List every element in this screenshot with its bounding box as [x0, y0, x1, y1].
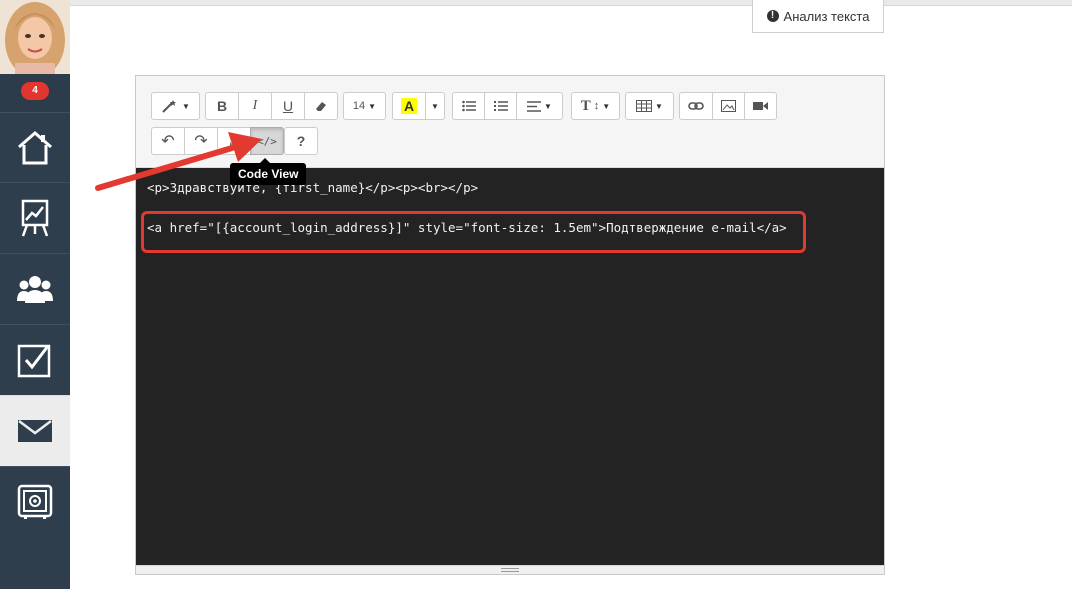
font-size-group: 14 ▼ — [343, 92, 386, 120]
sidebar-item-tasks[interactable] — [0, 324, 70, 395]
grip-icon — [501, 568, 519, 572]
color-dropdown-button[interactable]: ▼ — [425, 92, 445, 120]
table-dropdown-button[interactable]: ▼ — [625, 92, 674, 120]
text-size-label: T — [580, 97, 591, 114]
envelope-icon — [18, 420, 52, 442]
link-icon — [688, 102, 704, 110]
insert-link-button[interactable] — [679, 92, 713, 120]
video-icon — [753, 102, 768, 110]
html-editor: ▼ B I U 14 ▼ A ▼ ▼ T ↕ ▼ ▼ ↶ ↷ ⤢ </> ? <… — [135, 75, 885, 575]
code-icon: </> — [257, 134, 277, 148]
avatar-photo — [0, 0, 70, 74]
redo-icon: ↷ — [194, 133, 208, 150]
font-color-label: A — [400, 98, 418, 114]
chart-board-icon — [21, 199, 49, 237]
bullet-list-icon — [461, 100, 476, 112]
sidebar-item-contacts[interactable] — [0, 253, 70, 324]
expand-icon: ⤢ — [229, 133, 239, 148]
chevron-down-icon: ▼ — [182, 101, 190, 111]
people-icon — [17, 276, 53, 303]
highlight-annotation — [141, 211, 806, 253]
magic-wand-icon — [162, 100, 177, 113]
house-icon — [18, 131, 52, 165]
sidebar-item-reports[interactable] — [0, 182, 70, 253]
sidebar: 4 — [0, 0, 70, 589]
color-group: A ▼ — [392, 92, 445, 120]
font-color-button[interactable]: A — [392, 92, 426, 120]
chevron-down-icon: ▼ — [602, 101, 611, 111]
undo-button[interactable]: ↶ — [151, 127, 185, 155]
ordered-list-button[interactable] — [484, 92, 517, 120]
undo-icon: ↶ — [161, 133, 175, 150]
numbered-list-icon — [493, 101, 508, 111]
chevron-down-icon: ▼ — [544, 101, 552, 111]
italic-button[interactable]: I — [238, 92, 272, 120]
notification-area: 4 — [0, 74, 70, 112]
code-view-tooltip: Code View — [230, 158, 307, 185]
image-icon — [721, 100, 736, 112]
table-icon — [636, 100, 653, 112]
sidebar-item-home[interactable] — [0, 112, 70, 183]
align-left-icon — [527, 100, 542, 112]
font-size-value: 14 — [352, 100, 366, 112]
clear-format-button[interactable] — [304, 92, 338, 120]
table-group: ▼ — [625, 92, 674, 120]
text-analysis-button[interactable]: ! Анализ текста — [752, 0, 884, 33]
bold-button[interactable]: B — [205, 92, 239, 120]
info-icon: ! — [766, 10, 779, 22]
help-group: ? — [284, 127, 318, 155]
code-view-textarea[interactable]: <p>Здравствуйте, {first_name}</p><p><br>… — [136, 168, 884, 566]
line-height-dropdown[interactable]: T ↕ ▼ — [571, 92, 620, 120]
insert-group — [679, 92, 777, 120]
sidebar-item-settings[interactable] — [0, 466, 70, 537]
insert-video-button[interactable] — [744, 92, 777, 120]
chevron-down-icon: ▼ — [655, 101, 663, 111]
style-group: ▼ — [151, 92, 200, 120]
code-line: <p>Здравствуйте, {first_name}</p><p><br>… — [147, 180, 479, 195]
list-group: ▼ — [452, 92, 563, 120]
history-group: ↶ ↷ ⤢ </> — [151, 127, 284, 155]
style-dropdown-button[interactable]: ▼ — [151, 92, 200, 120]
top-border — [70, 0, 1072, 6]
editor-resize-handle[interactable] — [136, 565, 884, 574]
text-analysis-label: Анализ текста — [783, 8, 870, 24]
chevron-down-icon: ▼ — [431, 101, 439, 111]
fullscreen-button[interactable]: ⤢ — [217, 127, 251, 155]
eraser-icon — [316, 102, 326, 111]
underline-button[interactable]: U — [271, 92, 305, 120]
font-style-group: B I U — [205, 92, 338, 120]
paragraph-align-dropdown[interactable]: ▼ — [516, 92, 563, 120]
safe-gear-icon — [17, 484, 53, 519]
checkbox-icon — [17, 344, 51, 378]
unordered-list-button[interactable] — [452, 92, 485, 120]
chevron-down-icon: ▼ — [368, 101, 377, 111]
redo-button[interactable]: ↷ — [184, 127, 218, 155]
text-size-group: T ↕ ▼ — [571, 92, 620, 120]
avatar[interactable] — [0, 0, 70, 74]
code-view-button[interactable]: </> — [250, 127, 284, 155]
notification-badge[interactable]: 4 — [21, 82, 49, 100]
font-size-dropdown[interactable]: 14 ▼ — [343, 92, 386, 120]
editor-toolbar: ▼ B I U 14 ▼ A ▼ ▼ T ↕ ▼ ▼ ↶ ↷ ⤢ </> ? — [136, 76, 884, 168]
sidebar-item-mail[interactable] — [0, 395, 70, 466]
help-button[interactable]: ? — [284, 127, 318, 155]
text-height-icon: ↕ — [593, 100, 600, 112]
insert-image-button[interactable] — [712, 92, 745, 120]
